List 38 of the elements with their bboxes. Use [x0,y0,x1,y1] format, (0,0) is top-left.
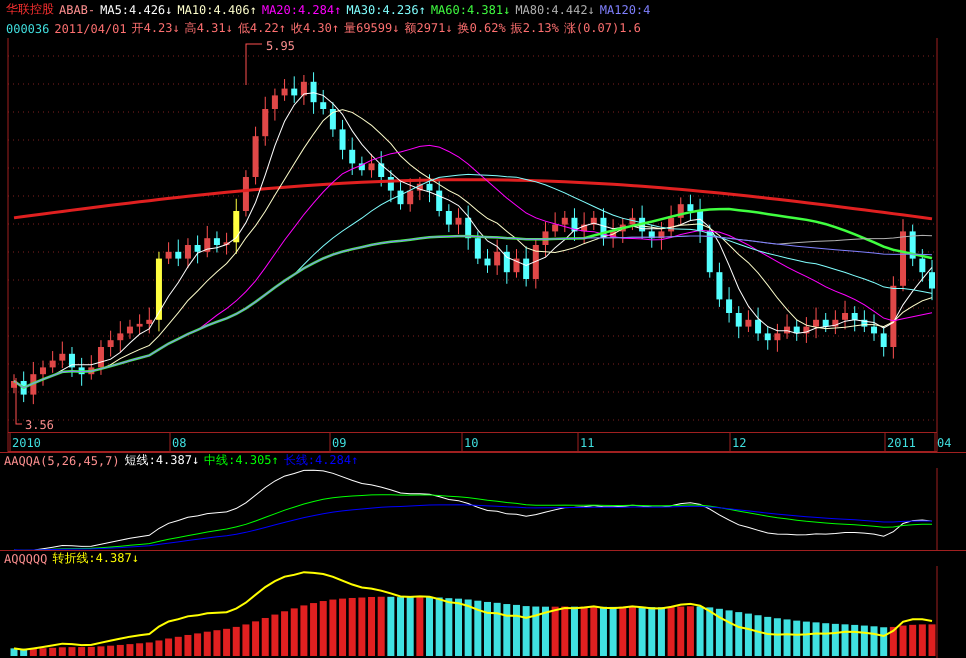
indicator-name: ABAB- [59,2,96,16]
quote-field: 量69599↓ [344,20,400,37]
stock-code: 000036 [6,22,50,36]
low-price-label: 3.56 [25,418,54,432]
quote-field: 开4.23↓ [132,20,180,37]
date-axis-label: 10 [464,436,478,450]
date-axis-label: 04 [937,436,952,450]
indicator-value: 转折线:4.387↓ [52,550,139,567]
moving-average-value: MA5:4.426↓ [100,2,172,16]
high-price-label: 5.95 [266,39,295,53]
moving-average-value: MA20:4.284↑ [262,2,342,16]
date-axis-label: 2011 [887,436,916,450]
quote-date: 2011/04/01 [54,22,127,36]
moving-average-value: MA60:4.381↓ [430,2,510,16]
date-axis-label: 09 [332,436,346,450]
indicator-value: 短线:4.387↓ [124,452,200,469]
indicator-value: 长线:4.284↑ [284,452,358,469]
quote-field: 收4.30↑ [290,20,340,37]
leader-line [246,44,262,86]
moving-average-value: MA30:4.236↑ [346,2,426,16]
quote-field: 换0.62% [458,20,506,37]
indicator-value: 中线:4.305↑ [204,452,279,469]
quote-field: 高4.31↓ [184,20,233,37]
quote-field: 振2.13% [510,20,559,37]
indicator-name: AQQQQQ [4,552,48,566]
quote-field: 额2971↓ [404,20,453,37]
moving-average-value: MA120:4 [600,2,650,16]
moving-average-value: MA10:4.406↑ [177,2,257,16]
leader-line [16,378,22,424]
date-axis-label: 2010 [12,436,41,450]
quote-field: 低4.22↑ [238,20,286,37]
date-axis-label: 08 [172,436,186,450]
moving-average-value: MA80:4.442↓ [515,2,595,16]
date-axis-label: 12 [732,436,746,450]
quote-field: 涨(0.07)1.6 [564,20,641,37]
stock-name: 华联控股 [6,1,54,18]
date-axis-label: 11 [580,436,594,450]
indicator-name: AAQQA(5,26,45,7) [4,454,120,468]
